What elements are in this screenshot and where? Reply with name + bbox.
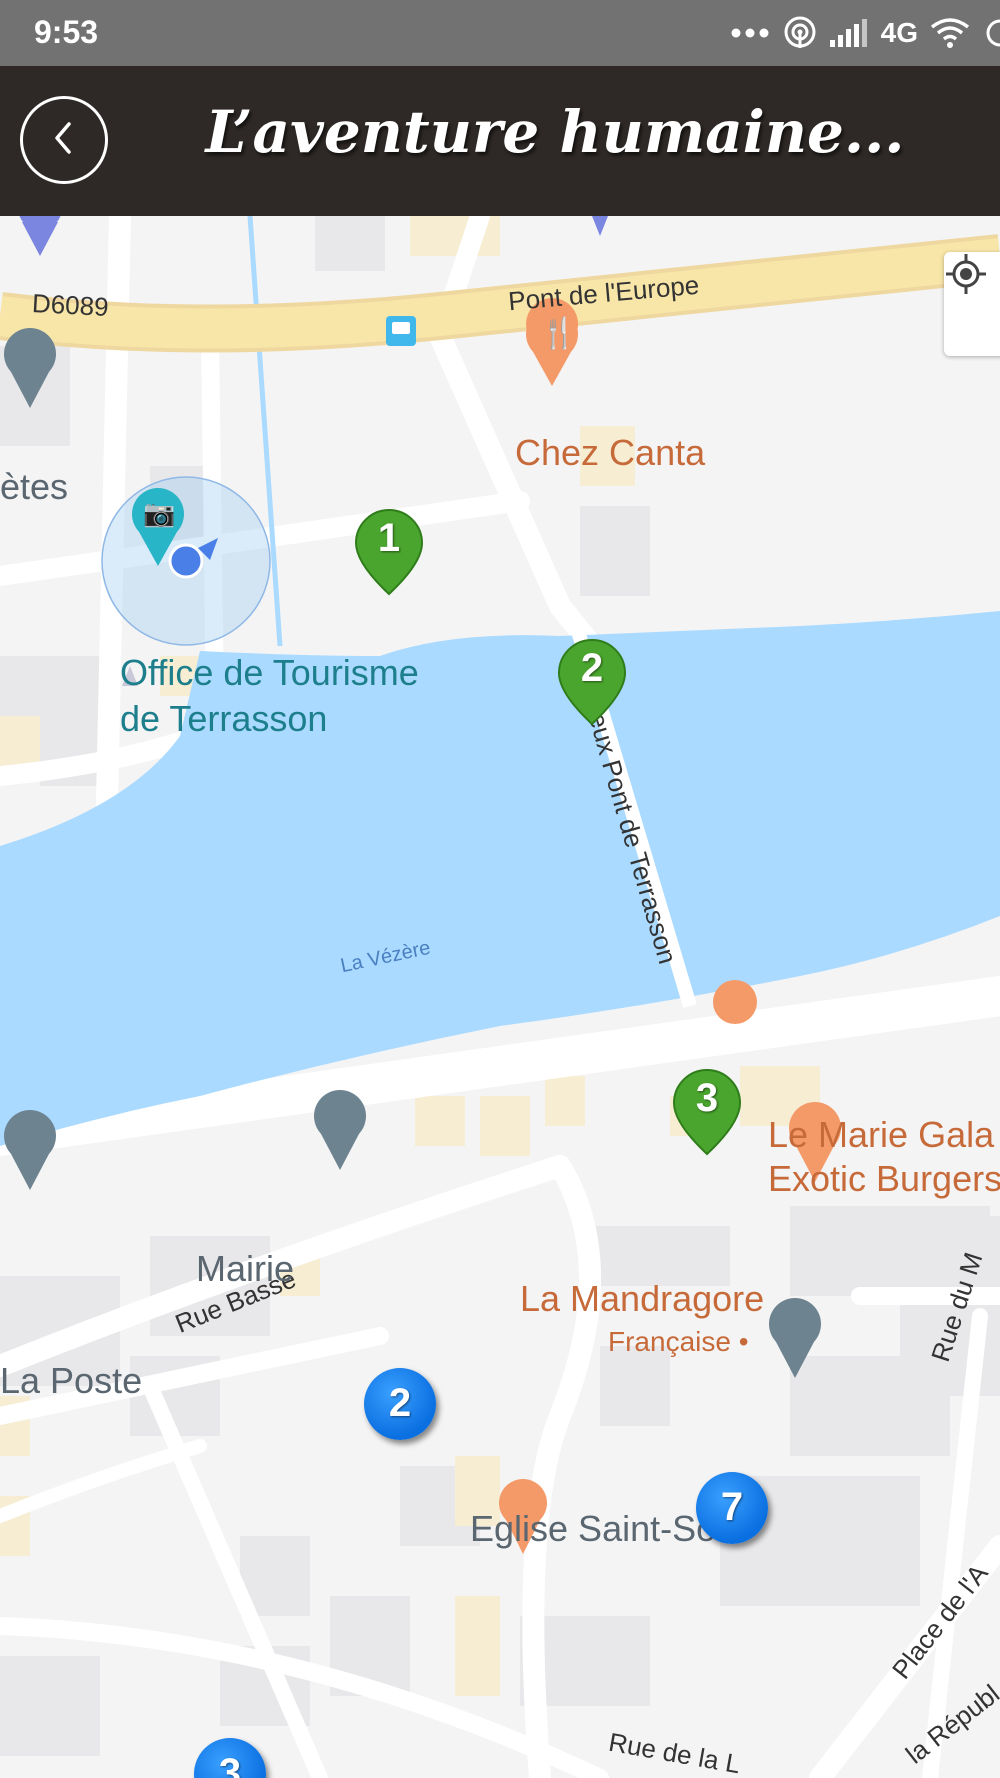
camera-icon: 📷 [143,498,176,528]
more-dots-icon [731,27,771,39]
network-type: 4G [880,17,918,48]
battery-icon [982,18,1000,48]
locate-button[interactable] [944,252,1000,356]
place-marie-gala-2[interactable]: Exotic Burgers [768,1158,1000,1200]
place-la-mandragore[interactable]: La Mandragore [520,1278,764,1320]
place-fetes[interactable]: ètes [0,466,68,508]
green-marker-1[interactable]: 1 [352,506,426,598]
page-title: L’aventure humaine... [205,98,905,166]
green-marker-2[interactable]: 2 [555,636,629,728]
wifi-icon [930,17,970,49]
app-header: L’aventure humaine... [0,66,1000,216]
status-time: 9:53 [34,14,99,50]
place-mairie[interactable]: Mairie [196,1248,294,1290]
blue-marker-number: 3 [218,1751,242,1778]
road-label-d6089: D6089 [31,288,110,322]
hotspot-icon [783,16,817,50]
place-francaise: Française • [608,1326,749,1357]
green-marker-number: 1 [377,516,401,560]
place-chez-canta[interactable]: Chez Canta [515,432,705,474]
place-marie-gala-1[interactable]: Le Marie Gala [768,1114,994,1156]
green-marker-number: 3 [695,1076,719,1120]
blue-cluster-marker-7[interactable]: 7 [696,1472,768,1544]
green-marker-number: 2 [580,646,604,690]
place-la-poste[interactable]: La Poste [0,1360,142,1402]
blue-cluster-marker-2[interactable]: 2 [364,1368,436,1440]
blue-marker-number: 7 [720,1485,744,1529]
restaurant-fork-icon: 🍴 [540,317,578,350]
place-office-tourisme-1[interactable]: Office de Tourisme [120,652,419,694]
status-bar: 9:53 4G [0,0,1000,66]
green-marker-3[interactable]: 3 [670,1066,744,1158]
map-view[interactable]: 🍴 📷 D6089 Pont de l'Europe Vieux Pont de… [0,216,1000,1778]
back-button[interactable] [20,96,108,184]
place-office-tourisme-2[interactable]: de Terrasson [120,698,327,740]
signal-icon [829,18,869,48]
blue-marker-number: 2 [388,1381,412,1425]
status-icons: 4G [731,10,1000,56]
chevron-left-icon [49,118,79,163]
